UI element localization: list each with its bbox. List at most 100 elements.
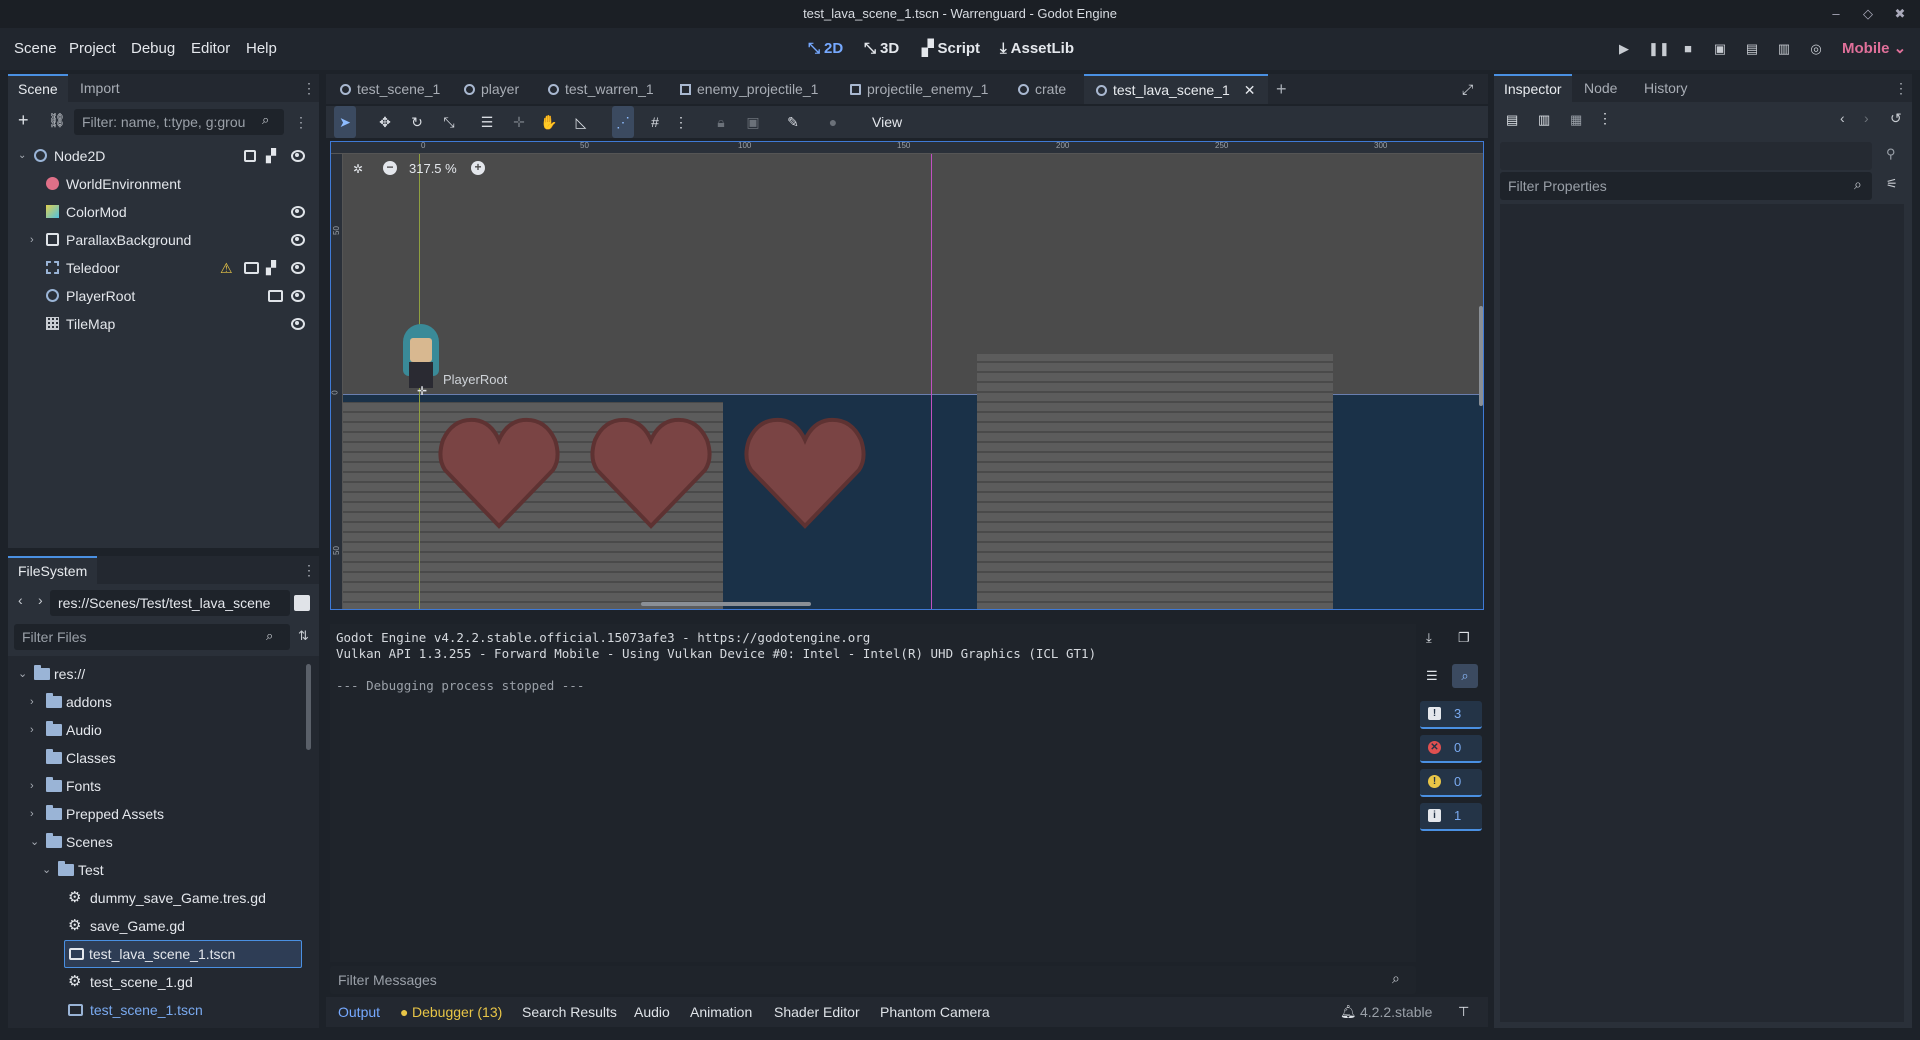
horizontal-scrollbar[interactable] xyxy=(641,602,811,606)
zoom-out-icon[interactable]: − xyxy=(383,161,397,175)
renderer-select[interactable]: Mobile ⌄ xyxy=(1842,28,1906,70)
chevron-right-icon[interactable]: › xyxy=(30,772,40,800)
visibility-icon[interactable] xyxy=(291,262,305,274)
tree-item-playerroot[interactable]: PlayerRoot xyxy=(8,282,311,310)
file-tree-item[interactable]: › addons xyxy=(8,688,311,716)
tab-inspector[interactable]: Inspector xyxy=(1494,74,1572,102)
group-icon[interactable]: ▣ xyxy=(742,106,764,138)
group-icon[interactable] xyxy=(244,150,256,162)
filter-warnings-button[interactable]: ! 0 xyxy=(1420,769,1482,797)
tab-player[interactable]: player xyxy=(464,74,519,104)
node-pivot-icon[interactable]: ✛ xyxy=(417,384,427,398)
dock-menu-icon[interactable]: ⋮ xyxy=(302,556,316,584)
vertical-scrollbar[interactable] xyxy=(1479,306,1483,406)
snap-options-icon[interactable]: ⋮ xyxy=(670,106,692,138)
new-resource-icon[interactable]: ▤ xyxy=(1506,112,1518,128)
remote-debug-icon[interactable]: ▣ xyxy=(1712,41,1728,57)
menu-editor[interactable]: Editor xyxy=(191,28,230,70)
pivot-mode-icon[interactable]: ✛ xyxy=(508,106,530,138)
dock-menu-icon[interactable]: ⋮ xyxy=(1894,74,1908,102)
object-properties-icon[interactable]: ⚲ xyxy=(1886,146,1896,162)
play-icon[interactable]: ▶ xyxy=(1616,41,1632,57)
notification-bell-icon[interactable]: 🔔︎ xyxy=(1340,997,1357,1027)
back-icon[interactable]: ‹ xyxy=(18,592,23,608)
view-menu[interactable]: View xyxy=(872,106,902,138)
file-tree-item[interactable]: test_scene_1.tscn xyxy=(8,996,311,1024)
pan-mode-icon[interactable]: ✋ xyxy=(538,106,560,138)
ruler-mode-icon[interactable]: ◺ xyxy=(570,106,592,138)
filter-messages-button[interactable]: ! 3 xyxy=(1420,701,1482,729)
file-tree-item[interactable]: Classes xyxy=(8,744,311,772)
filter-editor-button[interactable]: i 1 xyxy=(1420,803,1482,831)
filter-properties-input[interactable]: Filter Properties xyxy=(1500,172,1872,200)
forward-icon[interactable]: › xyxy=(38,592,43,608)
minimize-icon[interactable]: – xyxy=(1826,0,1846,28)
chevron-down-icon[interactable]: ⌄ xyxy=(18,142,28,170)
chevron-down-icon[interactable]: ⌄ xyxy=(30,828,40,856)
tab-output[interactable]: Output xyxy=(338,997,380,1027)
movie-maker-icon[interactable]: ◎ xyxy=(1808,41,1824,57)
tree-item-parallaxbackground[interactable]: › ParallaxBackground xyxy=(8,226,311,254)
copy-output-icon[interactable]: ❐ xyxy=(1458,630,1470,646)
tab-test-lava-scene-1[interactable]: test_lava_scene_1 ✕ xyxy=(1084,74,1268,104)
lock-icon[interactable]: 🔒︎ xyxy=(710,106,732,138)
tab-filesystem[interactable]: FileSystem xyxy=(8,556,98,584)
link-icon[interactable]: ⛓ xyxy=(48,112,66,129)
file-tree-item[interactable]: ⚙ dummy_save_Game.tres.gd xyxy=(8,884,311,912)
tab-enemy-projectile-1[interactable]: enemy_projectile_1 xyxy=(680,74,818,104)
select-mode-icon[interactable]: ➤ xyxy=(334,106,356,138)
filter-messages-input[interactable]: Filter Messages xyxy=(330,966,1416,994)
zoom-level[interactable]: 317.5 % xyxy=(409,161,457,176)
chevron-right-icon[interactable]: › xyxy=(30,800,40,828)
scale-mode-icon[interactable]: ⤡ xyxy=(438,106,460,138)
tab-search-results[interactable]: Search Results xyxy=(522,997,617,1027)
sort-icon[interactable]: ⇅ xyxy=(298,628,309,644)
player-sprite[interactable] xyxy=(399,320,443,394)
menu-debug[interactable]: Debug xyxy=(131,28,175,70)
zoom-in-icon[interactable]: + xyxy=(471,161,485,175)
open-resource-icon[interactable]: ▥ xyxy=(1538,112,1550,128)
chevron-down-icon[interactable]: ⌄ xyxy=(42,856,52,884)
center-view-icon[interactable]: ✲ xyxy=(353,162,363,176)
tree-item-tilemap[interactable]: TileMap xyxy=(8,310,311,338)
history-forward-icon[interactable]: › xyxy=(1864,110,1869,126)
tab-projectile-enemy-1[interactable]: projectile_enemy_1 xyxy=(850,74,988,104)
visibility-icon[interactable] xyxy=(291,150,305,162)
save-resource-icon[interactable]: ▦ xyxy=(1570,112,1582,128)
path-field[interactable]: res://Scenes/Test/test_lava_scene xyxy=(50,590,290,616)
visibility-icon[interactable] xyxy=(291,318,305,330)
rotate-mode-icon[interactable]: ↻ xyxy=(406,106,428,138)
file-tree-item[interactable]: ⌄ Test xyxy=(8,856,311,884)
workspace-3d-button[interactable]: ⤡ 3D xyxy=(864,28,899,70)
tab-phantom-camera[interactable]: Phantom Camera xyxy=(880,997,990,1027)
play-scene-icon[interactable]: ▤ xyxy=(1744,41,1760,57)
tab-test-scene-1[interactable]: test_scene_1 xyxy=(340,74,440,104)
scene-instance-icon[interactable] xyxy=(268,290,283,302)
file-tree-item-selected[interactable]: test_lava_scene_1.tscn xyxy=(64,940,302,968)
property-options-icon[interactable]: ⚟ xyxy=(1886,176,1898,192)
grid-snap-icon[interactable]: # xyxy=(644,106,666,138)
add-tab-icon[interactable]: + xyxy=(1276,74,1287,104)
restore-icon[interactable]: ◇ xyxy=(1858,0,1878,28)
menu-scene[interactable]: Scene xyxy=(14,28,57,70)
workspace-2d-button[interactable]: ⤡ 2D xyxy=(808,28,843,70)
list-select-icon[interactable]: ☰ xyxy=(476,106,498,138)
chevron-right-icon[interactable]: › xyxy=(30,688,40,716)
skeleton-icon[interactable]: ✎ xyxy=(782,106,804,138)
search-toggle-icon[interactable]: ⌕ xyxy=(1452,664,1478,688)
tab-history[interactable]: History xyxy=(1634,74,1698,102)
visibility-icon[interactable] xyxy=(291,234,305,246)
file-tree-item[interactable]: › Audio xyxy=(8,716,311,744)
object-history-icon[interactable]: ↺ xyxy=(1890,110,1902,127)
scene-options-icon[interactable]: ⋮ xyxy=(294,108,308,136)
workspace-assetlib-button[interactable]: ⤓ AssetLib xyxy=(1000,28,1074,70)
play-custom-scene-icon[interactable]: ▥ xyxy=(1776,41,1792,57)
file-tree-item[interactable]: › Fonts xyxy=(8,772,311,800)
expand-panel-icon[interactable]: ⊤ xyxy=(1458,997,1469,1027)
visibility-icon[interactable] xyxy=(291,206,305,218)
tab-shader-editor[interactable]: Shader Editor xyxy=(774,997,860,1027)
chevron-down-icon[interactable]: ⌄ xyxy=(18,660,28,688)
tab-scene[interactable]: Scene xyxy=(8,74,68,102)
tab-animation[interactable]: Animation xyxy=(690,997,752,1027)
filter-errors-button[interactable]: ✕ 0 xyxy=(1420,735,1482,763)
